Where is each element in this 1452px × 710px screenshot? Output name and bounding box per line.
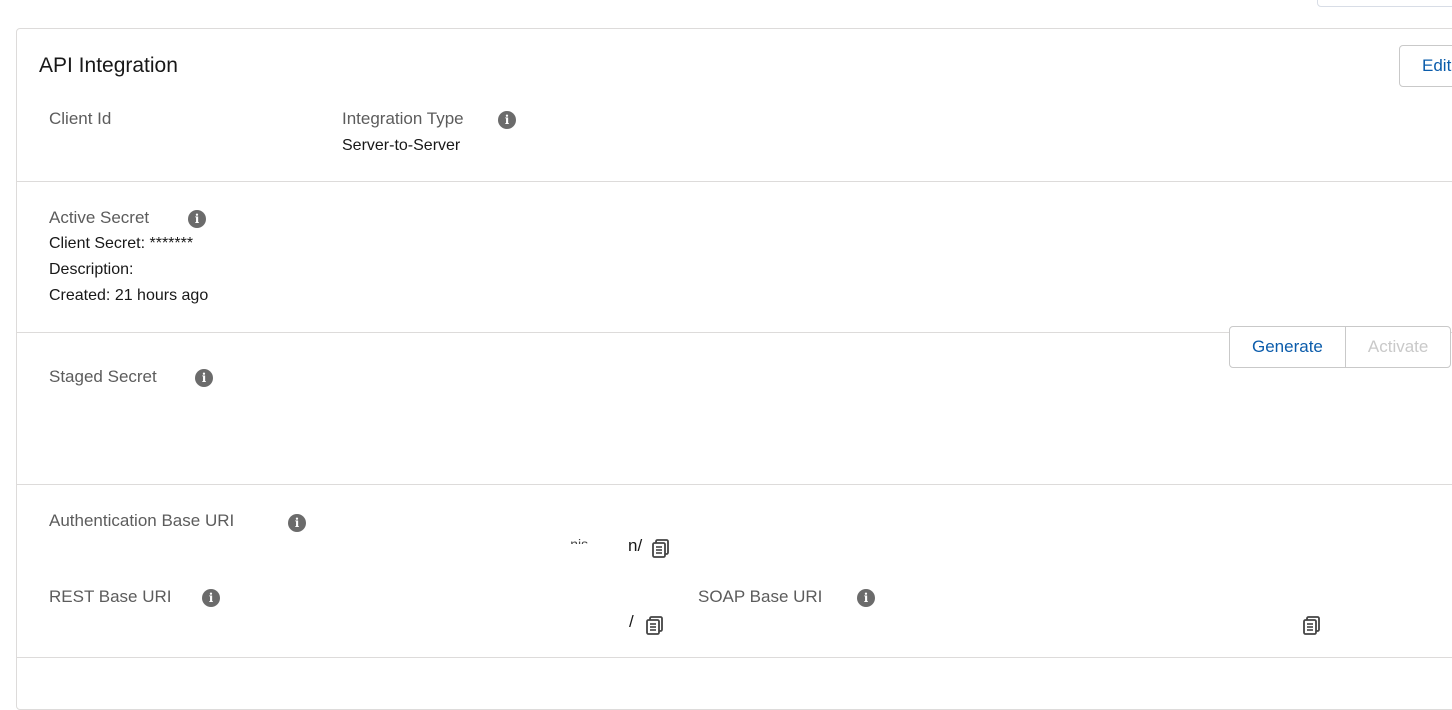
staged-secret-actions: Generate Activate	[1229, 326, 1452, 368]
rest-base-uri-label: REST Base URI	[49, 587, 172, 606]
integration-type-label: Integration Type	[342, 109, 464, 128]
generate-button[interactable]: Generate	[1229, 326, 1346, 368]
description-value: Description:	[49, 261, 134, 278]
staged-secret-info-icon[interactable]: i	[195, 369, 213, 387]
rest-base-uri-value-fragment: /	[629, 612, 634, 631]
soap-base-uri-copy-icon[interactable]	[1302, 615, 1322, 635]
divider	[17, 181, 1452, 182]
client-id-label: Client Id	[49, 109, 112, 128]
integration-type-value: Server-to-Server	[342, 137, 461, 154]
auth-base-uri-info-icon[interactable]: i	[288, 514, 306, 532]
rest-base-uri-info-icon[interactable]: i	[202, 589, 220, 607]
auth-base-uri-label: Authentication Base URI	[49, 511, 235, 530]
edit-button[interactable]: Edit	[1399, 45, 1452, 87]
card-title: API Integration	[39, 54, 178, 77]
api-integration-card: API Integration Edit Client Id Integrati…	[16, 28, 1452, 710]
activate-button[interactable]: Activate	[1344, 326, 1452, 368]
integration-type-info-icon[interactable]: i	[498, 111, 516, 129]
created-value: Created: 21 hours ago	[49, 287, 209, 304]
divider	[17, 657, 1452, 658]
auth-base-uri-value-fragment-a: · ·nis	[557, 536, 589, 544]
active-secret-label: Active Secret	[49, 208, 150, 227]
active-secret-info-icon[interactable]: i	[188, 210, 206, 228]
soap-base-uri-info-icon[interactable]: i	[857, 589, 875, 607]
staged-secret-label: Staged Secret	[49, 367, 157, 386]
top-button-stub[interactable]	[1317, 0, 1452, 7]
client-secret-value: Client Secret: *******	[49, 235, 194, 252]
auth-base-uri-copy-icon[interactable]	[651, 538, 671, 558]
divider	[17, 484, 1452, 485]
soap-base-uri-label: SOAP Base URI	[698, 587, 823, 606]
auth-base-uri-value-fragment-b: n/	[628, 536, 643, 555]
rest-base-uri-copy-icon[interactable]	[645, 615, 665, 635]
